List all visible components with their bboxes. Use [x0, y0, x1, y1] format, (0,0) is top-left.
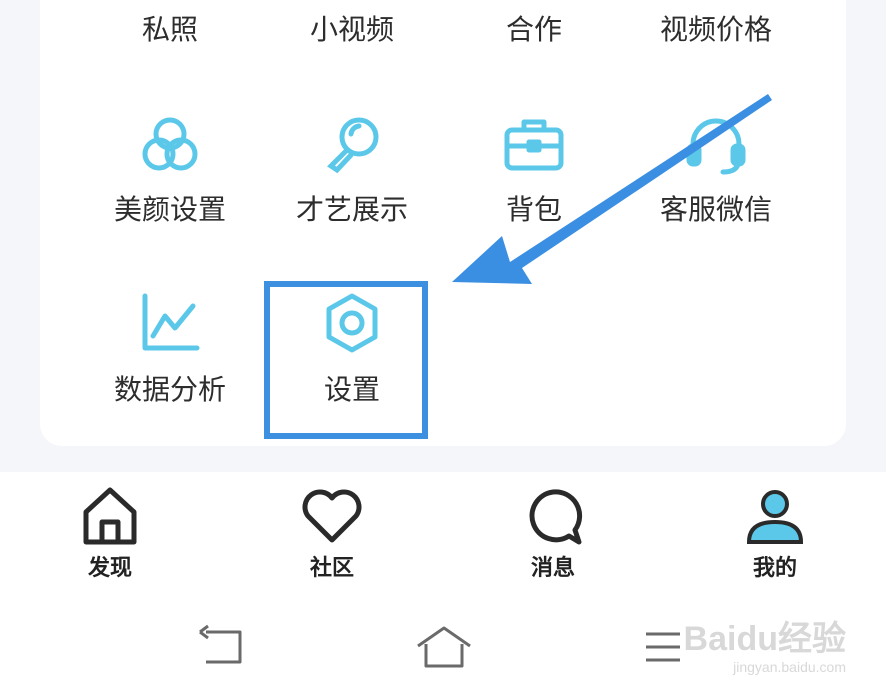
- menu-item-label: 美颜设置: [113, 193, 226, 226]
- menu-item-label: 客服微信: [659, 193, 772, 226]
- menu-item-label: 才艺展示: [295, 193, 408, 226]
- watermark: Baidu经验 jingyan.baidu.com: [684, 620, 846, 676]
- menu-item-label: 背包: [505, 193, 562, 226]
- person-icon: [743, 484, 807, 548]
- home-icon: [78, 484, 142, 548]
- chat-bubble-icon: [521, 484, 585, 548]
- tab-label: 我的: [752, 556, 797, 581]
- tab-discover[interactable]: 发现: [50, 484, 170, 584]
- watermark-url: jingyan.baidu.com: [733, 659, 846, 675]
- tab-label: 社区: [309, 556, 354, 581]
- settings-highlight-box: [264, 281, 428, 439]
- menu-item-label: 视频价格: [659, 13, 772, 46]
- back-icon[interactable]: [192, 622, 252, 672]
- tab-mine[interactable]: 我的: [715, 484, 835, 584]
- briefcase-icon: [499, 110, 569, 180]
- tab-label: 发现: [87, 556, 132, 581]
- magnifier-icon: [317, 110, 387, 180]
- circles-icon: [135, 110, 205, 180]
- tab-community[interactable]: 社区: [272, 484, 392, 584]
- menu-item-label: 小视频: [309, 13, 394, 46]
- line-chart-icon: [135, 288, 205, 358]
- menu-item-label: 数据分析: [113, 373, 226, 406]
- menu-item-label: 合作: [505, 13, 562, 46]
- menu-item-label: 私照: [141, 13, 198, 46]
- watermark-logo-text: Baidu经验: [683, 620, 846, 658]
- tab-label: 消息: [530, 556, 575, 581]
- home-button-icon[interactable]: [414, 622, 474, 672]
- heart-icon: [300, 484, 364, 548]
- headset-icon: [681, 110, 751, 180]
- tab-messages[interactable]: 消息: [493, 484, 613, 584]
